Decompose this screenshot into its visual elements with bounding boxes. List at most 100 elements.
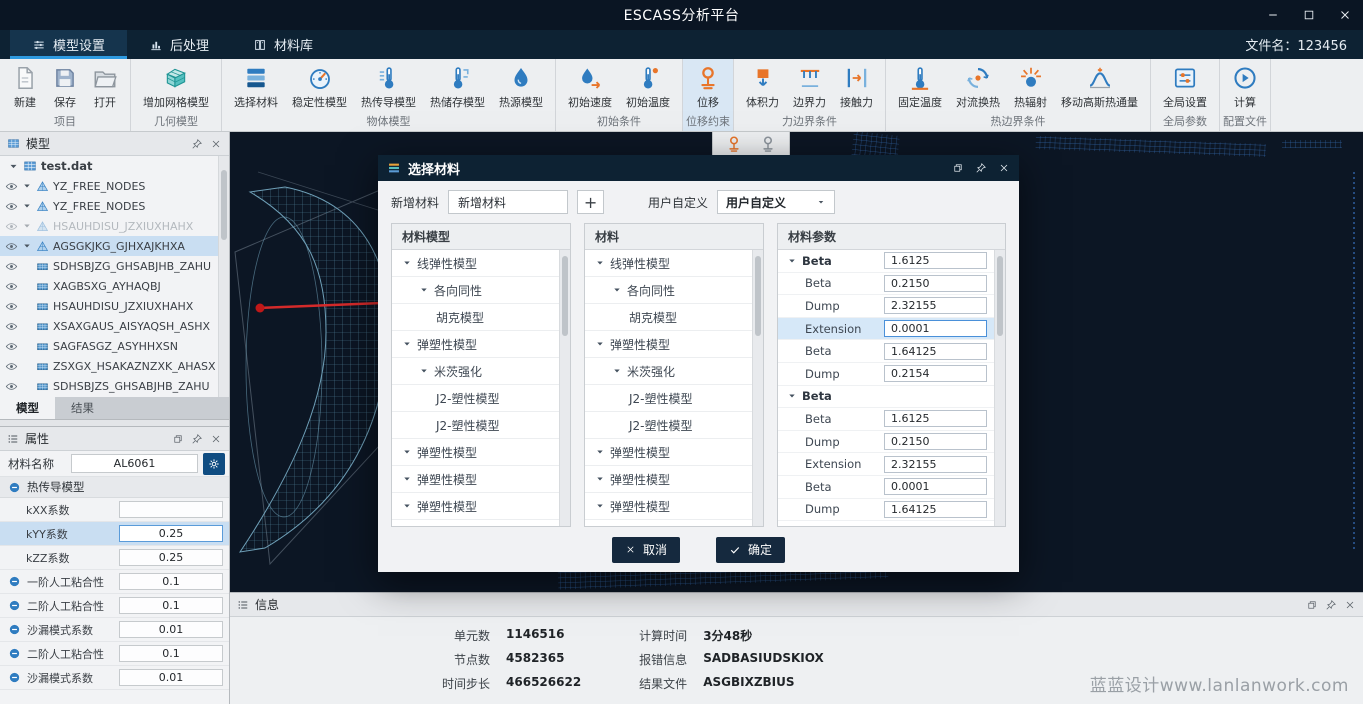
tree-item[interactable]: XSAXGAUS_AISYAQSH_ASHX [0, 316, 218, 336]
ribbon-button-heat-conduction[interactable]: 热传导模型 [354, 63, 423, 110]
ribbon-button-select-material[interactable]: 选择材料 [227, 63, 285, 110]
param-input[interactable]: 1.6125 [884, 252, 987, 269]
cancel-button[interactable]: 取消 [612, 537, 680, 563]
ribbon-button-gauss-flux[interactable]: 移动高斯热通量 [1054, 63, 1145, 110]
tree-item[interactable]: ZSXGX_HSAKAZNZXK_AHASX [0, 356, 218, 376]
param-input[interactable]: 1.64125 [884, 501, 987, 518]
close-icon[interactable] [210, 433, 222, 445]
tree-item[interactable]: SAGFASGZ_ASYHHXSN [0, 336, 218, 356]
material-settings-button[interactable] [203, 453, 225, 475]
close-icon[interactable] [210, 138, 222, 150]
property-input[interactable]: 0.1 [119, 645, 223, 662]
tree-item[interactable]: YZ_FREE_NODES [0, 196, 218, 216]
ribbon-button-new-file[interactable]: 新建 [5, 63, 45, 110]
close-icon[interactable] [998, 162, 1010, 174]
param-input[interactable]: 2.32155 [884, 297, 987, 314]
ok-button[interactable]: 确定 [716, 537, 785, 563]
eye-icon[interactable] [5, 220, 18, 233]
tab-material-lib[interactable]: 材料库 [231, 30, 335, 59]
eye-icon[interactable] [5, 280, 18, 293]
param-input[interactable]: 1.6125 [884, 410, 987, 427]
ribbon-button-compute[interactable]: 计算 [1225, 63, 1265, 110]
tree-root[interactable]: test.dat [0, 156, 218, 176]
ribbon-button-stability[interactable]: 稳定性模型 [285, 63, 354, 110]
tree-item[interactable]: XAGBSXG_AYHAQBJ [0, 276, 218, 296]
material-model-item[interactable]: 米茨强化 [392, 358, 559, 385]
tab-post-process[interactable]: 后处理 [127, 30, 231, 59]
eye-icon[interactable] [5, 240, 18, 253]
property-input[interactable]: 0.25 [119, 525, 223, 542]
tree-item[interactable]: SDHSBJZS_GHSABJHB_ZAHU [0, 376, 218, 396]
pin-icon[interactable] [191, 433, 203, 445]
tree-item[interactable]: HSAUHDISU_JZXIUXHAHX [0, 296, 218, 316]
ribbon-button-fixed-temperature[interactable]: 固定温度 [891, 63, 949, 110]
ribbon-button-heat-storage[interactable]: 热储存模型 [423, 63, 492, 110]
material-item[interactable]: 线弹性模型 [585, 250, 752, 277]
param-input[interactable]: 0.0001 [884, 478, 987, 495]
tab-model-settings[interactable]: 模型设置 [10, 30, 127, 59]
minimize-button[interactable] [1255, 0, 1291, 30]
displacement-flyout-button[interactable] [725, 135, 743, 156]
ribbon-button-contact-force[interactable]: 接触力 [833, 63, 880, 110]
property-input[interactable]: 0.01 [119, 621, 223, 638]
property-section-header[interactable]: 热传导模型 [0, 477, 229, 498]
material-item[interactable]: 弹塑性模型 [585, 439, 752, 466]
material-item[interactable]: 弹塑性模型 [585, 466, 752, 493]
scrollbar-thumb[interactable] [997, 256, 1003, 336]
restore-icon[interactable] [952, 162, 964, 174]
material-item[interactable]: J2-塑性模型 [585, 412, 752, 439]
material-model-item[interactable]: J2-塑性模型 [392, 412, 559, 439]
ribbon-button-save[interactable]: 保存 [45, 63, 85, 110]
param-input[interactable]: 2.32155 [884, 456, 987, 473]
pin-icon[interactable] [191, 138, 203, 150]
pin-icon[interactable] [1325, 599, 1337, 611]
displacement-gray-flyout-button[interactable] [759, 135, 777, 156]
tree-item[interactable]: HSAUHDISU_JZXIUXHAHX [0, 216, 218, 236]
param-input[interactable]: 0.2150 [884, 275, 987, 292]
scrollbar-thumb[interactable] [562, 256, 568, 336]
param-input[interactable]: 0.0001 [884, 320, 987, 337]
tree-item[interactable]: SDHSBJZG_GHSABJHB_ZAHU [0, 256, 218, 276]
param-input[interactable]: 0.2154 [884, 365, 987, 382]
material-model-item[interactable]: 各向同性 [392, 277, 559, 304]
ribbon-button-open-folder[interactable]: 打开 [85, 63, 125, 110]
material-item[interactable]: 弹塑性模型 [585, 493, 752, 520]
material-model-item[interactable]: 弹塑性模型 [392, 466, 559, 493]
tree-item[interactable]: YZ_FREE_NODES [0, 176, 218, 196]
material-item[interactable]: J2-塑性模型 [585, 385, 752, 412]
eye-icon[interactable] [5, 180, 18, 193]
eye-icon[interactable] [5, 340, 18, 353]
property-input[interactable]: 0.1 [119, 573, 223, 590]
ribbon-button-convection[interactable]: 对流换热 [949, 63, 1007, 110]
material-item[interactable]: 胡克模型 [585, 304, 752, 331]
property-input[interactable]: 0.25 [119, 549, 223, 566]
restore-icon[interactable] [172, 433, 184, 445]
material-model-item[interactable]: 弹塑性模型 [392, 493, 559, 520]
ribbon-button-add-mesh[interactable]: 增加网格模型 [136, 63, 216, 110]
add-material-button[interactable]: + [577, 190, 604, 214]
eye-icon[interactable] [5, 200, 18, 213]
dialog-header[interactable]: 选择材料 [378, 155, 1019, 181]
scrollbar-thumb[interactable] [221, 170, 227, 240]
tree-item[interactable]: AGSGKJKG_GJHXAJKHXA [0, 236, 218, 256]
ribbon-button-global-settings[interactable]: 全局设置 [1156, 63, 1214, 110]
ribbon-button-heat-source[interactable]: 热源模型 [492, 63, 550, 110]
material-item[interactable]: 弹塑性模型 [585, 331, 752, 358]
ribbon-button-initial-velocity[interactable]: 初始速度 [561, 63, 619, 110]
panel-tab-results[interactable]: 结果 [55, 397, 110, 419]
eye-icon[interactable] [5, 380, 18, 393]
property-input[interactable]: 0.01 [119, 669, 223, 686]
pin-icon[interactable] [975, 162, 987, 174]
material-model-item[interactable]: 弹塑性模型 [392, 331, 559, 358]
material-item[interactable]: 米茨强化 [585, 358, 752, 385]
material-scrollbar[interactable] [752, 250, 763, 526]
material-item[interactable]: 各向同性 [585, 277, 752, 304]
param-input[interactable]: 1.64125 [884, 343, 987, 360]
material-model-item[interactable]: J2-塑性模型 [392, 385, 559, 412]
user-defined-select[interactable]: 用户自定义 [717, 190, 835, 214]
close-button[interactable] [1327, 0, 1363, 30]
maximize-button[interactable] [1291, 0, 1327, 30]
property-input[interactable] [119, 501, 223, 518]
new-material-input[interactable]: 新增材料 [448, 190, 568, 214]
eye-icon[interactable] [5, 320, 18, 333]
